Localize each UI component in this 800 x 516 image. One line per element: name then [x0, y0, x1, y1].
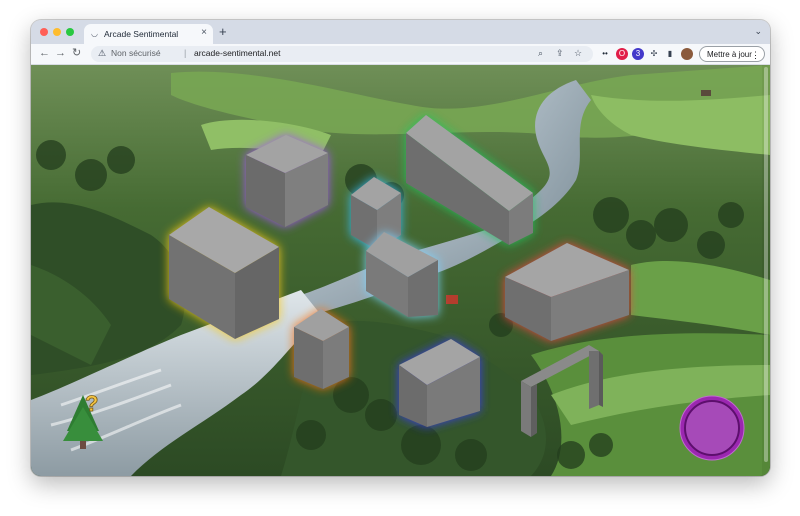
zoom-icon[interactable]: ⌕	[538, 48, 543, 59]
tab-arcade-sentimental[interactable]: ◡ Arcade Sentimental ×	[84, 24, 213, 44]
glow-blocks-layer: ?	[63, 115, 629, 449]
page-scrollbar[interactable]	[762, 65, 770, 476]
tab-close-icon[interactable]: ×	[201, 28, 207, 38]
security-label: Non sécurisé	[111, 48, 161, 58]
badge-extension-icon[interactable]: 3	[632, 48, 644, 60]
light-blue-glow-block[interactable]	[366, 232, 438, 317]
warning-triangle-icon[interactable]: ⚠	[98, 48, 106, 59]
blue-glow-block[interactable]	[399, 339, 480, 427]
stone-portal[interactable]	[521, 345, 603, 437]
extension-icon[interactable]: ••	[599, 48, 611, 60]
share-icon[interactable]: ⇪	[556, 48, 564, 59]
browser-window: ◡ Arcade Sentimental × + ⌄ ← → ↻ ⚠ Non s…	[31, 20, 770, 476]
chevron-down-icon[interactable]: ⌄	[754, 27, 762, 36]
address-separator: |	[184, 48, 187, 58]
tree-character-icon[interactable]: ?	[63, 391, 103, 449]
yellow-glow-block[interactable]	[169, 207, 279, 339]
reload-icon[interactable]: ↻	[72, 47, 81, 60]
opera-extension-icon[interactable]: O	[616, 48, 628, 60]
tab-bar: ◡ Arcade Sentimental × + ⌄	[31, 20, 770, 44]
fullscreen-window-button[interactable]	[66, 28, 74, 36]
red-glow-block[interactable]	[505, 243, 629, 341]
game-viewport[interactable]: ?	[31, 65, 770, 476]
update-button-label: Mettre à jour	[707, 50, 752, 59]
minimize-window-button[interactable]	[53, 28, 61, 36]
action-button-icon	[679, 395, 745, 461]
scrollbar-thumb[interactable]	[764, 67, 768, 462]
forward-arrow-icon[interactable]: →	[55, 47, 66, 60]
sentimental-favicon-icon: ◡	[91, 29, 98, 38]
vertical-dots-icon[interactable]: ⋮	[751, 47, 760, 63]
puzzle-icon[interactable]: ✣	[648, 48, 660, 60]
purple-glow-block[interactable]	[246, 135, 328, 227]
browser-toolbar: ← → ↻ ⚠ Non sécurisé | arcade-sentimenta…	[31, 44, 770, 65]
orange-glow-block[interactable]	[294, 309, 349, 389]
plus-icon[interactable]: +	[219, 25, 227, 38]
profile-avatar[interactable]	[681, 48, 693, 60]
back-arrow-icon[interactable]: ←	[39, 47, 50, 60]
star-icon[interactable]: ☆	[574, 48, 582, 59]
url-text[interactable]: arcade-sentimental.net	[194, 48, 280, 59]
green-glow-block[interactable]	[406, 115, 533, 245]
close-window-button[interactable]	[40, 28, 48, 36]
action-button[interactable]	[679, 395, 745, 461]
update-button[interactable]: Mettre à jour ⋮	[699, 46, 765, 62]
address-bar[interactable]: ⚠ Non sécurisé | arcade-sentimental.net …	[91, 46, 593, 62]
tab-title: Arcade Sentimental	[104, 29, 179, 39]
sidebar-icon[interactable]: ▮	[664, 48, 676, 60]
character-question-mark: ?	[85, 391, 98, 416]
